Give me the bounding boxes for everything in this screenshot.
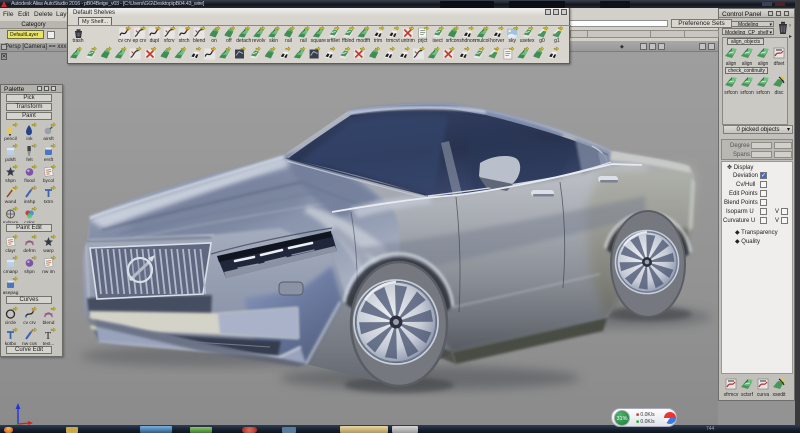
svg-text:color: color (24, 220, 35, 223)
svg-text:blend: blend (43, 320, 55, 326)
svg-text:bycol: bycol (43, 178, 54, 184)
svg-text:mdsym: mdsym (3, 220, 18, 223)
svg-text:untrim: untrim (401, 38, 415, 44)
svg-text:g0: g0 (539, 38, 545, 44)
svg-text:xfcrv: xfcrv (164, 38, 175, 44)
svg-text:airsft: airsft (43, 136, 54, 142)
svg-text:shdnon: shdnon (459, 38, 476, 44)
svg-text:dfset: dfset (774, 61, 785, 66)
svg-text:inshp: inshp (24, 199, 36, 205)
svg-text:align: align (742, 61, 753, 66)
svg-text:nw im: nw im (42, 269, 55, 275)
svg-text:defrm: defrm (23, 248, 35, 254)
svg-text:cv crv: cv crv (23, 320, 36, 326)
svg-text:circle: circle (5, 320, 17, 326)
svg-text:align: align (758, 61, 769, 66)
svg-text:sky: sky (508, 38, 516, 44)
svg-text:g1: g1 (554, 38, 560, 44)
svg-text:modfft: modfft (356, 38, 370, 44)
svg-text:mulcol: mulcol (475, 38, 489, 44)
svg-text:cv crv: cv crv (118, 38, 132, 44)
svg-text:skin: skin (269, 38, 278, 44)
svg-text:cmanp: cmanp (3, 270, 18, 275)
svg-text:trash: trash (72, 38, 83, 44)
svg-text:align: align (726, 61, 737, 66)
svg-text:trim: trim (374, 38, 382, 44)
svg-text:dupl: dupl (150, 38, 159, 44)
svg-text:strch: strch (179, 38, 190, 44)
svg-text:detach: detach (236, 38, 251, 44)
svg-text:ink: ink (26, 136, 33, 142)
svg-text:rail: rail (285, 38, 292, 44)
svg-text:ep crv: ep crv (133, 38, 147, 44)
svg-text:shpn: shpn (24, 269, 35, 275)
svg-text:asepag: asepag (3, 291, 19, 295)
svg-text:pencil: pencil (4, 136, 17, 142)
svg-text:isect: isect (432, 38, 443, 44)
svg-text:on: on (211, 38, 217, 44)
svg-text:disc: disc (775, 90, 784, 95)
svg-text:prjct: prjct (418, 38, 428, 44)
svg-text:xfrmcv: xfrmcv (724, 392, 739, 398)
svg-text:srfcon: srfcon (756, 90, 770, 95)
svg-text:srfcon: srfcon (740, 90, 754, 95)
svg-text:blend: blend (193, 38, 205, 44)
svg-text:srfcon: srfcon (446, 38, 460, 44)
svg-text:clayr: clayr (5, 248, 16, 254)
svg-text:revolv: revolv (252, 38, 266, 44)
svg-text:usetex: usetex (520, 38, 535, 44)
svg-text:wand: wand (5, 199, 17, 205)
svg-text:felt: felt (26, 157, 33, 163)
svg-text:ffblnd: ffblnd (342, 38, 354, 44)
svg-text:txtrn: txtrn (44, 199, 54, 205)
svg-text:curva: curva (757, 392, 769, 398)
svg-text:square: square (311, 38, 327, 44)
svg-text:horver: horver (490, 38, 505, 44)
svg-text:nw cos: nw cos (22, 342, 38, 345)
svg-text:flood: flood (24, 178, 35, 184)
svg-text:kptbx: kptbx (5, 341, 17, 345)
svg-text:trmcvt: trmcvt (386, 38, 400, 44)
svg-text:off: off (226, 38, 232, 44)
svg-text:ersft: ersft (44, 157, 54, 163)
svg-text:shpn: shpn (5, 178, 16, 184)
svg-text:srfcon: srfcon (724, 90, 738, 95)
svg-text:pdsft: pdsft (5, 157, 16, 163)
svg-text:rail: rail (300, 38, 307, 44)
svg-text:warp: warp (43, 248, 54, 254)
svg-text:text...: text... (43, 341, 55, 345)
svg-text:sctsrf: sctsrf (741, 392, 754, 398)
svg-text:xsedit: xsedit (772, 392, 786, 398)
svg-text:srfillet: srfillet (327, 38, 341, 44)
